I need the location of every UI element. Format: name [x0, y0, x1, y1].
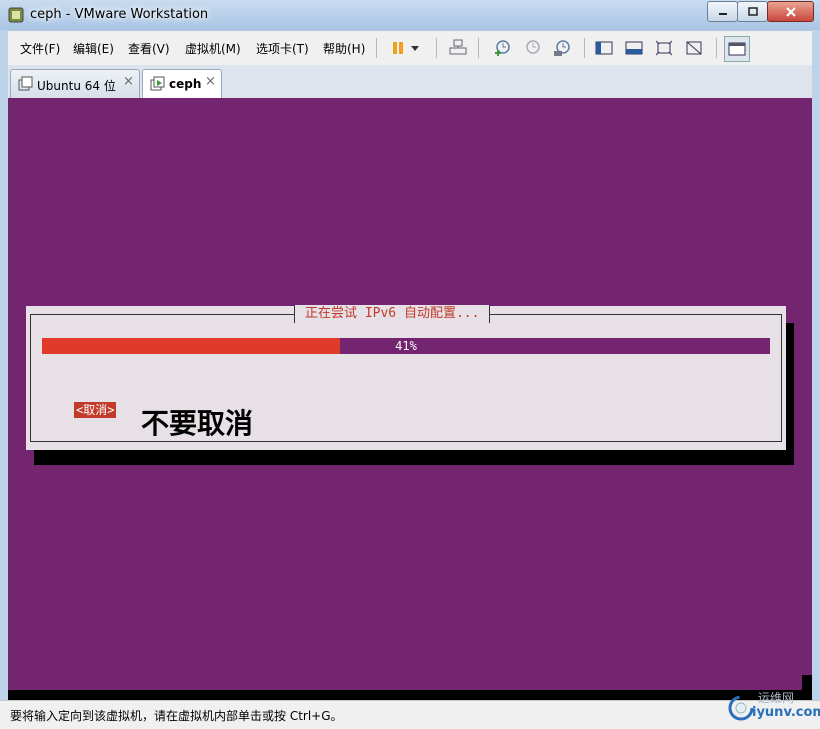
send-ctrl-alt-del-button[interactable] — [446, 36, 470, 60]
annotation-text: 不要取消 — [141, 407, 254, 440]
status-message: 要将输入定向到该虚拟机，请在虚拟机内部单击或按 Ctrl+G。 — [10, 709, 343, 723]
window-title: ceph - VMware Workstation — [30, 7, 209, 22]
unity-button[interactable] — [682, 36, 706, 60]
show-library-button[interactable] — [592, 36, 616, 60]
pause-button[interactable] — [386, 36, 410, 60]
tab-ubuntu-64[interactable]: Ubuntu 64 位 × — [10, 69, 140, 98]
show-thumbnail-bar-button[interactable] — [622, 36, 646, 60]
full-screen-button[interactable] — [652, 36, 676, 60]
vm-tab-bar: Ubuntu 64 位 × ceph × — [8, 65, 812, 98]
dialog-title: 正在尝试 IPv6 自动配置... — [294, 305, 491, 323]
thumbnail-panel-icon — [625, 41, 643, 55]
tab-label: ceph — [169, 77, 202, 91]
vmware-app-icon — [8, 7, 24, 23]
snapshot-manager-icon — [554, 40, 570, 56]
status-bar: 要将输入定向到该虚拟机，请在虚拟机内部单击或按 Ctrl+G。 运维网 iyun… — [0, 691, 820, 729]
menu-file[interactable]: 文件(F) — [20, 40, 60, 57]
maximize-button[interactable] — [737, 1, 768, 22]
snapshot-manager-button[interactable] — [550, 36, 574, 60]
network-keyboard-icon — [449, 39, 467, 55]
title-bar: ceph - VMware Workstation — [0, 0, 820, 30]
close-icon — [785, 6, 796, 17]
tab-label: Ubuntu 64 位 — [37, 79, 116, 93]
unity-icon — [686, 41, 702, 55]
maximize-icon — [747, 7, 758, 16]
menu-view[interactable]: 查看(V) — [128, 40, 170, 57]
pause-icon — [393, 42, 403, 54]
console-view-button[interactable] — [724, 36, 750, 62]
vm-running-icon — [150, 76, 165, 91]
watermark-text: 运维网 — [758, 691, 795, 705]
tab-close-icon[interactable]: × — [205, 74, 216, 89]
menu-help[interactable]: 帮助(H) — [323, 40, 365, 57]
installer-progress-dialog: 正在尝试 IPv6 自动配置... 41% <取消> 不要取消 — [26, 305, 786, 450]
sidebar-panel-icon — [595, 41, 613, 55]
tab-ceph[interactable]: ceph × — [142, 69, 222, 98]
tab-close-icon[interactable]: × — [123, 74, 134, 89]
progress-percent-label: 41% — [395, 339, 417, 353]
console-view-icon — [728, 42, 746, 56]
take-snapshot-button[interactable] — [490, 36, 514, 60]
guest-console-edge — [8, 690, 804, 700]
close-window-button[interactable] — [767, 1, 814, 22]
revert-snapshot-button[interactable] — [520, 36, 544, 60]
chevron-down-icon — [411, 46, 419, 51]
progress-bar: 41% — [42, 338, 770, 354]
fullscreen-icon — [655, 40, 673, 56]
menu-edit[interactable]: 编辑(E) — [73, 40, 114, 57]
minimize-button[interactable] — [707, 1, 738, 22]
menu-vm[interactable]: 虚拟机(M) — [185, 40, 241, 57]
cancel-button[interactable]: <取消> — [74, 402, 117, 418]
minimize-icon — [718, 12, 727, 15]
snapshot-clock-icon — [495, 40, 510, 56]
revert-clock-icon — [526, 40, 540, 54]
power-dropdown[interactable] — [408, 36, 422, 60]
watermark-site: iyunv.com — [752, 705, 820, 720]
vm-icon — [18, 76, 33, 91]
menu-toolbar: 文件(F) 编辑(E) 查看(V) 虚拟机(M) 选项卡(T) 帮助(H) — [8, 30, 812, 66]
watermark-logo: 运维网 iyunv.com — [724, 687, 820, 727]
menu-tabs[interactable]: 选项卡(T) — [256, 40, 309, 57]
